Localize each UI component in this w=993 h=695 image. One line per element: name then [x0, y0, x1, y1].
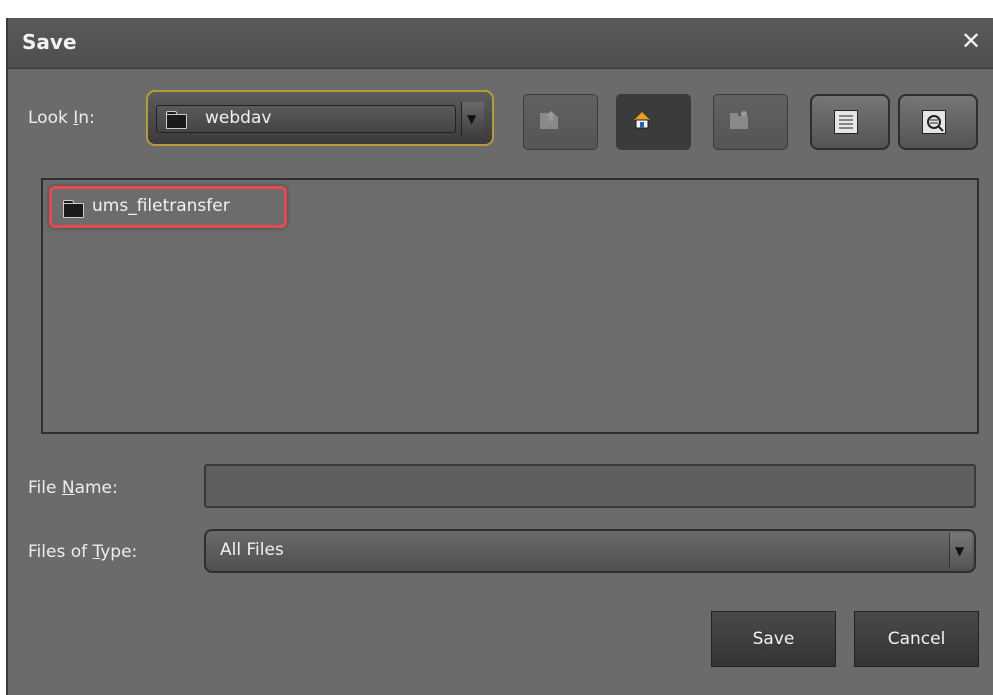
- top-strip: [0, 0, 993, 18]
- look-in-value: webdav: [205, 108, 272, 128]
- cancel-button[interactable]: Cancel: [854, 611, 979, 667]
- new-folder-icon: [730, 111, 748, 129]
- chevron-down-icon: ▼: [955, 544, 965, 558]
- look-in-field[interactable]: webdav: [156, 105, 456, 133]
- details-view-icon: [922, 110, 946, 134]
- look-in-combo[interactable]: webdav ▼: [146, 90, 494, 146]
- file-type-dropdown-button[interactable]: ▼: [949, 533, 972, 569]
- file-name-input[interactable]: [204, 464, 976, 508]
- up-one-level-button[interactable]: [523, 94, 598, 150]
- chevron-down-icon: ▼: [467, 112, 477, 126]
- list-view-button[interactable]: [810, 94, 890, 150]
- folder-up-icon: [540, 111, 558, 129]
- save-dialog: Save ✕ Look In: webdav ▼ ums_filetransfe…: [6, 18, 993, 695]
- close-icon[interactable]: ✕: [959, 26, 983, 56]
- list-view-icon: [834, 110, 858, 134]
- look-in-label: Look In:: [28, 108, 95, 128]
- list-item[interactable]: ums_filetransfer: [49, 186, 287, 228]
- file-type-combo[interactable]: All Files ▼: [204, 529, 976, 573]
- home-icon: [634, 112, 650, 129]
- save-button[interactable]: Save: [711, 611, 836, 667]
- title-bar: Save ✕: [8, 18, 993, 69]
- file-type-value: All Files: [220, 540, 284, 560]
- file-item-label: ums_filetransfer: [92, 196, 230, 216]
- home-button[interactable]: [616, 94, 691, 150]
- details-view-button[interactable]: [898, 94, 978, 150]
- folder-icon: [165, 110, 187, 129]
- file-name-label: File Name:: [28, 478, 118, 498]
- file-list[interactable]: ums_filetransfer: [41, 178, 979, 434]
- look-in-dropdown-button[interactable]: ▼: [461, 102, 484, 136]
- dialog-title: Save: [22, 30, 77, 54]
- folder-icon: [62, 199, 84, 218]
- new-folder-button[interactable]: [713, 94, 788, 150]
- file-type-label: Files of Type:: [28, 542, 138, 562]
